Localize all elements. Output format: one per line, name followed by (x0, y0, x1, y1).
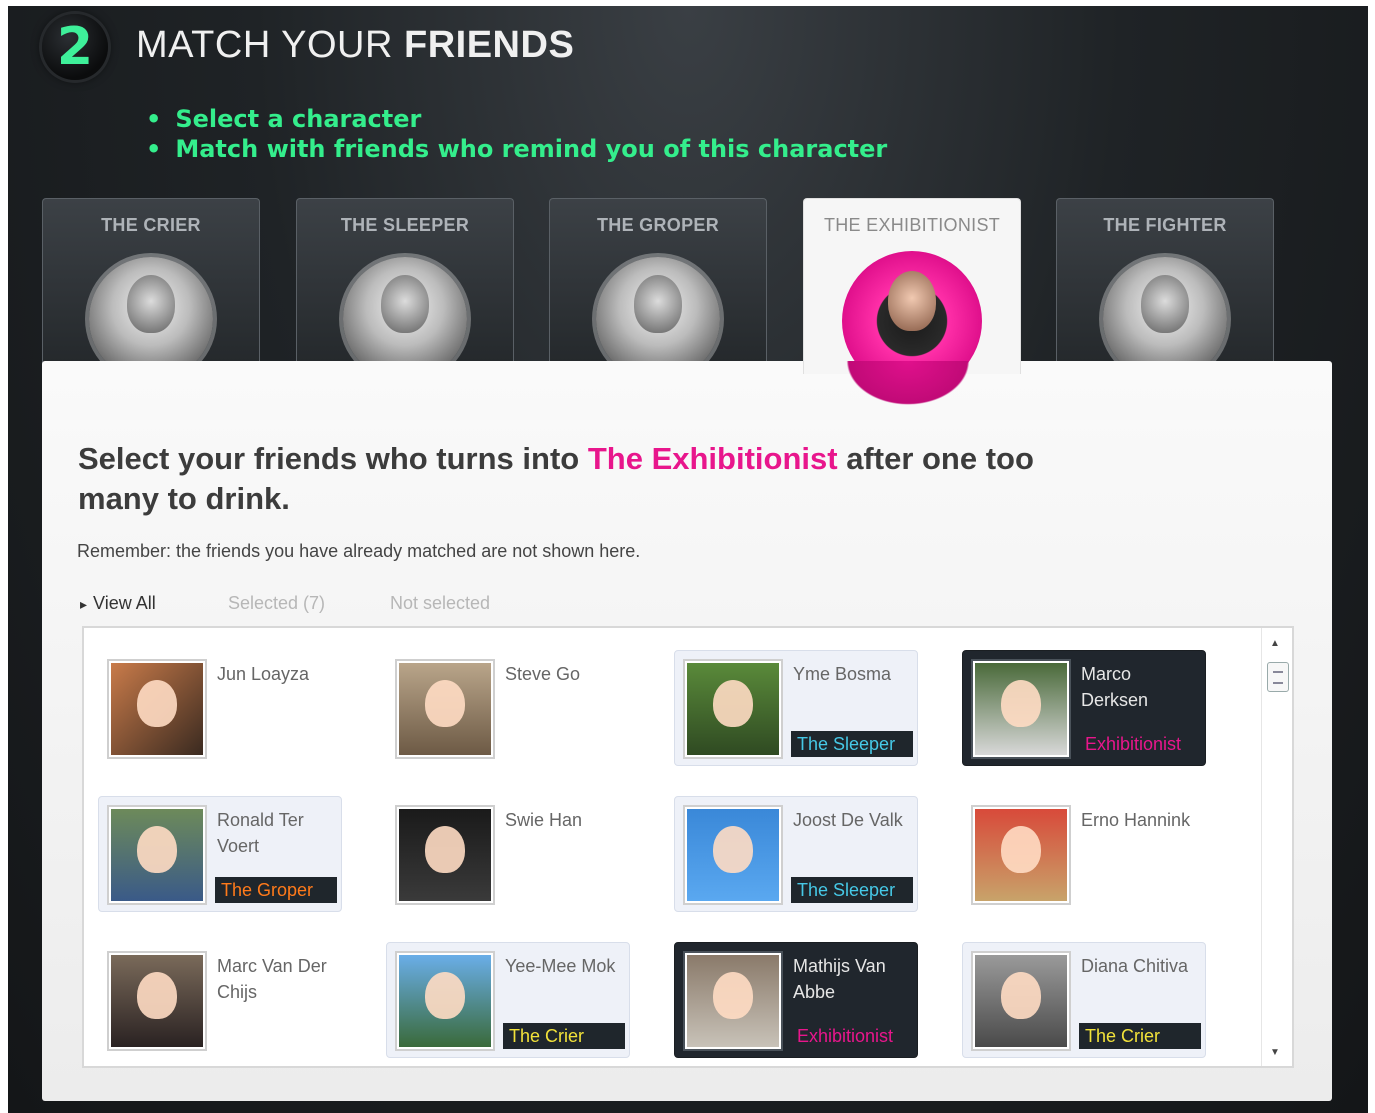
friend-card[interactable]: Joost De Valk The Sleeper (674, 796, 918, 912)
scroll-up-arrow-icon[interactable]: ▲ (1270, 638, 1280, 649)
friend-name: Swie Han (505, 810, 583, 830)
avatar-image (687, 809, 779, 901)
character-tag: The Sleeper (791, 877, 913, 903)
vertical-scrollbar[interactable]: ▲ ▼ (1261, 628, 1292, 1066)
title-regular: MATCH YOUR (136, 24, 404, 66)
sleeper-portrait-icon (343, 257, 467, 369)
avatar-image (975, 809, 1067, 901)
friend-avatar (683, 951, 783, 1051)
friend-name: Marc Van Der Chijs (217, 956, 327, 1002)
tab-label: THE SLEEPER (340, 215, 470, 235)
tab-the-crier[interactable]: THE CRIER (42, 198, 260, 369)
reminder-note: Remember: the friends you have already m… (77, 541, 641, 561)
headline-pre: Select your friends who turns into (78, 441, 588, 476)
avatar-image (687, 663, 779, 755)
friend-name: Yee-Mee Mok (505, 956, 616, 976)
friend-avatar (107, 805, 207, 905)
character-tag: Exhibitionist (797, 1026, 894, 1046)
avatar-image (399, 663, 491, 755)
friend-avatar (971, 951, 1071, 1051)
step-number-badge: 2 (42, 14, 108, 80)
avatar-image (111, 809, 203, 901)
tab-label: THE EXHIBITIONIST (823, 215, 1001, 235)
friend-avatar (107, 659, 207, 759)
fighter-portrait-icon (1103, 257, 1227, 369)
filter-selected[interactable]: Selected (7) (228, 593, 325, 614)
friend-avatar (683, 805, 783, 905)
friend-card[interactable]: Swie Han (386, 796, 630, 912)
character-tag: The Sleeper (791, 731, 913, 757)
tab-the-fighter[interactable]: THE FIGHTER (1056, 198, 1274, 369)
groper-portrait-icon (596, 257, 720, 369)
avatar-image (399, 955, 491, 1047)
friend-card[interactable]: Erno Hannink (962, 796, 1206, 912)
character-tag: Exhibitionist (1085, 734, 1182, 754)
friend-card[interactable]: Marc Van Der Chijs (98, 942, 342, 1058)
avatar-image (399, 809, 491, 901)
avatar-image (975, 663, 1067, 755)
friend-card[interactable]: Jun Loayza (98, 650, 342, 766)
friend-selection-panel: Select your friends who turns into The E… (42, 361, 1332, 1101)
friend-avatar (971, 659, 1071, 759)
friend-avatar (395, 805, 495, 905)
scroll-thumb[interactable] (1267, 662, 1289, 692)
friend-avatar (395, 659, 495, 759)
character-tag: The Groper (215, 877, 337, 903)
tab-label: THE GROPER (596, 215, 719, 235)
tab-the-exhibitionist[interactable]: THE EXHIBITIONIST (803, 198, 1021, 374)
tab-the-groper[interactable]: THE GROPER (549, 198, 767, 369)
friend-card[interactable]: Ronald Ter Voert The Groper (98, 796, 342, 912)
friend-card[interactable]: Marco Derksen Exhibitionist (962, 650, 1206, 766)
instruction-list: Select a character Match with friends wh… (146, 104, 887, 164)
avatar-image (975, 955, 1067, 1047)
friend-avatar (395, 951, 495, 1051)
crier-portrait-icon (89, 257, 213, 369)
friend-card[interactable]: Yme Bosma The Sleeper (674, 650, 918, 766)
friend-name: Jun Loayza (217, 664, 310, 684)
exhibitionist-portrait-icon (842, 251, 982, 374)
friend-name: Marco Derksen (1081, 664, 1149, 710)
friend-avatar (971, 805, 1071, 905)
instruction-item: Match with friends who remind you of thi… (146, 134, 887, 164)
friend-grid: Jun Loayza Steve Go Yme Bosma The Sleeper Ma… (82, 626, 1294, 1068)
avatar-image (111, 955, 203, 1047)
friend-name: Steve Go (505, 664, 581, 684)
scroll-down-arrow-icon[interactable]: ▼ (1270, 1047, 1280, 1058)
friend-card[interactable]: Diana Chitiva The Crier (962, 942, 1206, 1058)
character-tag: The Crier (503, 1023, 625, 1049)
character-tag: The Crier (1079, 1023, 1201, 1049)
friend-card[interactable]: Mathijs Van Abbe Exhibitionist (674, 942, 918, 1058)
tab-the-sleeper[interactable]: THE SLEEPER (296, 198, 514, 369)
avatar-image (687, 955, 779, 1047)
friend-name: Diana Chitiva (1081, 956, 1189, 976)
friend-avatar (683, 659, 783, 759)
friend-card[interactable]: Yee-Mee Mok The Crier (386, 942, 630, 1058)
friend-card[interactable]: Steve Go (386, 650, 630, 766)
title-bold: FRIENDS (404, 24, 575, 66)
page-title: MATCH YOUR FRIENDS (136, 24, 574, 67)
tab-label: THE FIGHTER (1103, 215, 1227, 235)
friend-name: Yme Bosma (793, 664, 892, 684)
friend-name: Erno Hannink (1081, 810, 1191, 830)
friend-name: Ronald Ter Voert (217, 810, 304, 856)
friend-avatar (107, 951, 207, 1051)
headline-highlight: The Exhibitionist (587, 441, 838, 476)
filter-view-all[interactable]: View All (80, 593, 156, 614)
panel-headline: Select your friends who turns into The E… (78, 439, 1078, 519)
filter-not-selected[interactable]: Not selected (390, 593, 490, 614)
friend-name: Mathijs Van Abbe (793, 956, 886, 1002)
avatar-image (111, 663, 203, 755)
app-frame: 2 MATCH YOUR FRIENDS Select a character … (8, 6, 1368, 1113)
instruction-item: Select a character (146, 104, 887, 134)
friend-name: Joost De Valk (793, 810, 903, 830)
tab-label: THE CRIER (101, 215, 201, 235)
